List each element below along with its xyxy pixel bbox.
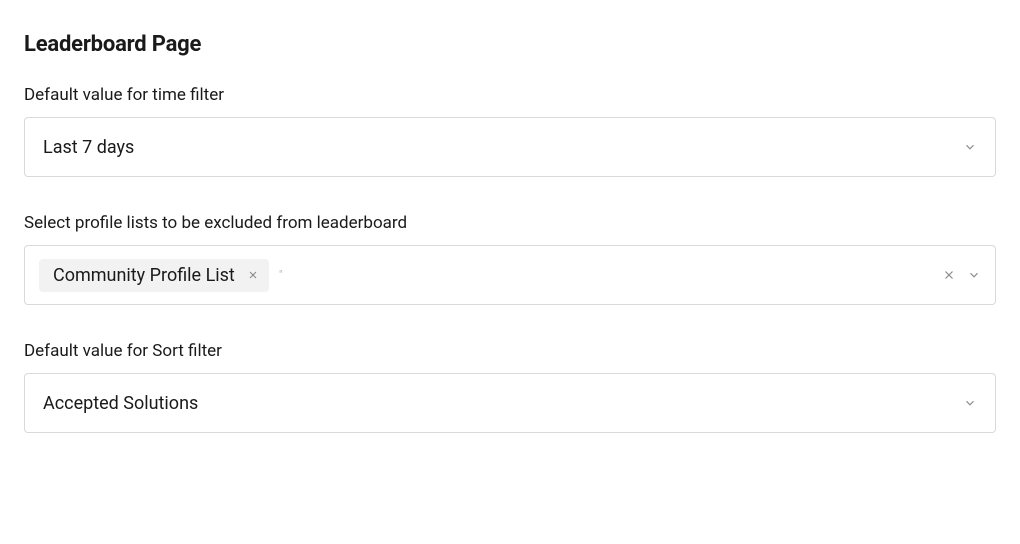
sort-filter-value: Accepted Solutions: [43, 393, 947, 414]
time-filter-field: Default value for time filter Last 7 day…: [24, 85, 996, 177]
exclude-lists-label: Select profile lists to be excluded from…: [24, 213, 996, 233]
time-filter-value: Last 7 days: [43, 137, 947, 158]
exclude-lists-field: Select profile lists to be excluded from…: [24, 213, 996, 305]
chevron-down-icon[interactable]: [967, 268, 981, 282]
multiselect-actions: [941, 267, 981, 283]
sort-filter-label: Default value for Sort filter: [24, 341, 996, 361]
clear-all-icon[interactable]: [941, 267, 957, 283]
chevron-down-icon: [963, 396, 977, 410]
chevron-down-icon: [963, 140, 977, 154]
page-title: Leaderboard Page: [24, 32, 996, 57]
tag-label: Community Profile List: [53, 265, 235, 286]
input-cursor: ": [279, 268, 283, 282]
tag-community-profile-list: Community Profile List: [39, 259, 269, 292]
sort-filter-field: Default value for Sort filter Accepted S…: [24, 341, 996, 433]
exclude-lists-select[interactable]: Community Profile List ": [24, 245, 996, 305]
time-filter-select[interactable]: Last 7 days: [24, 117, 996, 177]
sort-filter-select[interactable]: Accepted Solutions: [24, 373, 996, 433]
time-filter-label: Default value for time filter: [24, 85, 996, 105]
remove-tag-icon[interactable]: [245, 267, 261, 283]
